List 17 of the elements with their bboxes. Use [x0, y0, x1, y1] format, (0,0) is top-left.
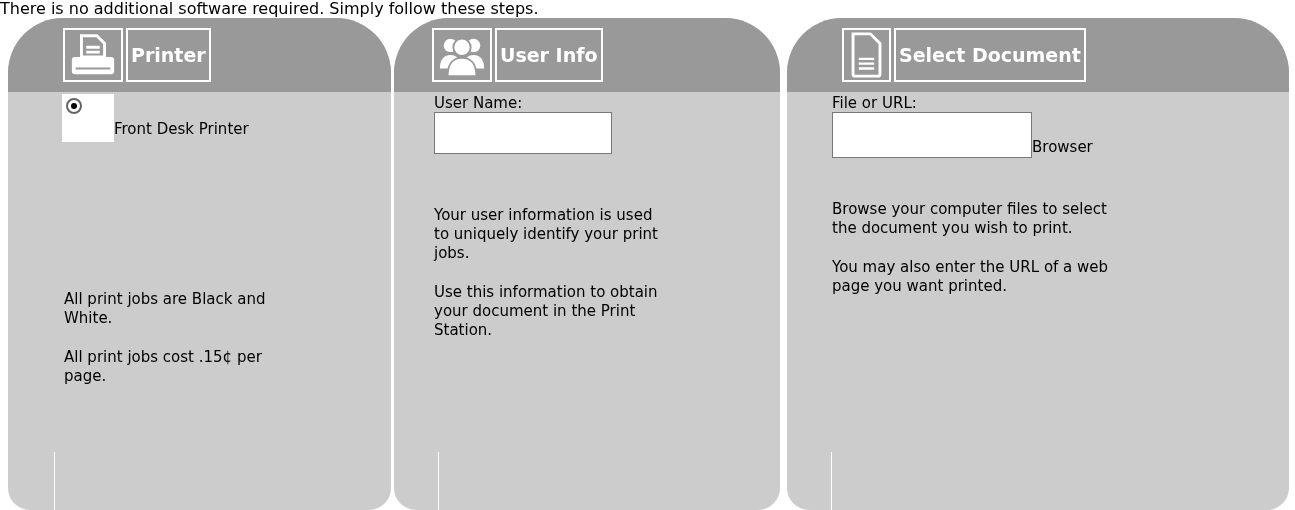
file-url-field[interactable] [832, 112, 1032, 158]
field-label: File or URL: [832, 94, 918, 112]
browse-label[interactable]: Browser [1032, 138, 1093, 158]
panel-title: Printer [126, 28, 211, 82]
printer-option-label: Front Desk Printer [114, 120, 249, 140]
panel-title: Select Document [894, 28, 1086, 82]
info-text: Browse your computer files to select the document you wish to print. [832, 200, 1108, 238]
user-name-field[interactable] [434, 112, 612, 154]
info-text: All print jobs cost .15¢ per page. [64, 348, 263, 386]
intro-text: There is no additional software required. Simply follow these steps. [0, 0, 540, 18]
info-text: You may also enter the URL of a web page you want printed. [832, 258, 1110, 296]
info-text: All print jobs are Black and White. [64, 290, 267, 328]
radio-button[interactable] [66, 98, 82, 114]
field-label: User Name: [434, 94, 524, 112]
panel-title: User Info [495, 28, 603, 82]
info-text: Use this information to obtain your document in the Print Station. [434, 283, 659, 340]
info-text: Your user information is used to uniquely identify your print jobs. [434, 206, 659, 263]
